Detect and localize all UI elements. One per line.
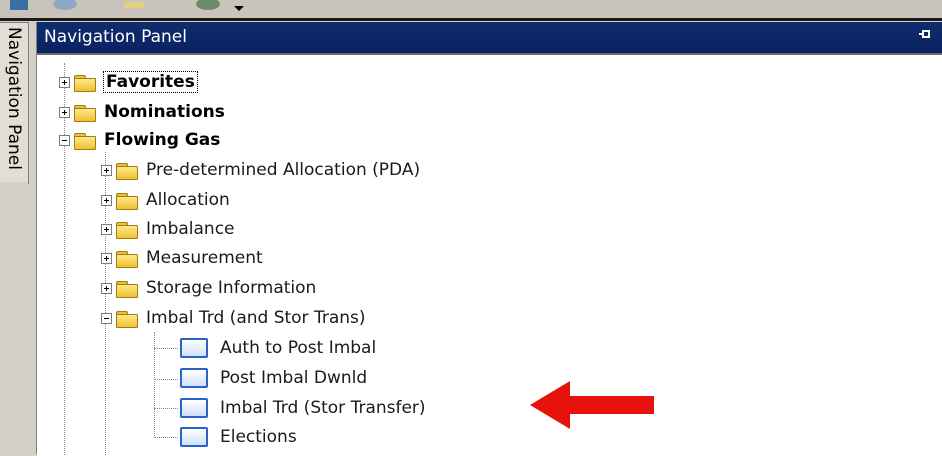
tree-line	[154, 408, 178, 409]
panel-titlebar: Navigation Panel	[37, 22, 942, 53]
panel-title: Navigation Panel	[44, 27, 187, 47]
tree-node-label: Elections	[220, 427, 297, 447]
dropdown-icon[interactable]	[190, 0, 250, 12]
red-arrow-icon	[530, 381, 654, 429]
folder-icon	[74, 74, 96, 92]
folder-icon	[116, 310, 138, 328]
navigation-tree: Favorites Nominations Flowing Gas Pre-de…	[37, 53, 942, 456]
tree-line	[154, 348, 178, 349]
tree-node-nominations[interactable]: Nominations	[59, 99, 225, 125]
tree-node-label: Favorites	[103, 71, 198, 93]
folder-icon	[116, 221, 138, 239]
tree-node-imbal-trd[interactable]: Imbal Trd (and Stor Trans)	[101, 305, 366, 331]
tree-node-favorites[interactable]: Favorites	[59, 69, 198, 95]
side-tab-label: Navigation Panel	[4, 27, 24, 170]
tree-node-label: Allocation	[146, 190, 230, 210]
folder-icon	[116, 250, 138, 268]
edit-icon[interactable]	[120, 0, 150, 12]
tree-leaf-elections[interactable]: Elections	[180, 424, 297, 450]
toolbar	[0, 0, 942, 21]
page-icon	[180, 368, 208, 388]
tree-node-label: Pre-determined Allocation (PDA)	[146, 160, 421, 180]
tree-node-storage-information[interactable]: Storage Information	[101, 275, 316, 301]
folder-icon	[74, 104, 96, 122]
expand-icon[interactable]	[101, 223, 112, 235]
tree-node-label: Auth to Post Imbal	[220, 338, 377, 358]
tree-leaf-auth-to-post-imbal[interactable]: Auth to Post Imbal	[180, 335, 376, 361]
page-icon	[180, 398, 208, 418]
tree-node-label: Post Imbal Dwnld	[220, 368, 368, 388]
tree-node-label: Storage Information	[146, 278, 317, 298]
page-icon	[180, 427, 208, 447]
pin-icon[interactable]	[917, 26, 933, 47]
tree-node-label: Imbal Trd (and Stor Trans)	[146, 308, 366, 328]
collapse-icon[interactable]	[101, 312, 112, 324]
navigation-panel: Navigation Panel Favorites Nominations F…	[36, 22, 942, 456]
tree-node-pda[interactable]: Pre-determined Allocation (PDA)	[101, 157, 420, 183]
tree-leaf-post-imbal-dwnld[interactable]: Post Imbal Dwnld	[180, 365, 367, 391]
app-icon[interactable]	[8, 0, 32, 12]
expand-icon[interactable]	[101, 164, 112, 176]
tree-node-label: Imbalance	[146, 219, 235, 239]
tree-node-label: Measurement	[146, 248, 263, 268]
tree-node-flowing-gas[interactable]: Flowing Gas	[59, 127, 220, 153]
side-strip	[0, 182, 28, 454]
folder-icon	[116, 192, 138, 210]
tree-line	[154, 379, 178, 380]
collapse-icon[interactable]	[59, 134, 70, 146]
expand-icon[interactable]	[101, 252, 112, 264]
tree-node-label: Nominations	[104, 102, 225, 122]
globe-icon[interactable]	[50, 0, 80, 12]
tree-node-label: Flowing Gas	[104, 130, 221, 150]
tree-node-measurement[interactable]: Measurement	[101, 245, 263, 271]
folder-icon	[74, 132, 96, 150]
navigation-panel-side-tab[interactable]: Navigation Panel	[0, 22, 29, 184]
tree-leaf-imbal-trd-stor-transfer[interactable]: Imbal Trd (Stor Transfer)	[180, 395, 426, 421]
tree-node-allocation[interactable]: Allocation	[101, 187, 230, 213]
folder-icon	[116, 280, 138, 298]
tree-node-imbalance[interactable]: Imbalance	[101, 216, 235, 242]
page-icon	[180, 338, 208, 358]
expand-icon[interactable]	[101, 282, 112, 294]
expand-icon[interactable]	[59, 76, 70, 88]
tree-node-label: Imbal Trd (Stor Transfer)	[220, 398, 426, 418]
expand-icon[interactable]	[59, 106, 70, 118]
expand-icon[interactable]	[101, 194, 112, 206]
tree-line	[154, 437, 178, 438]
folder-icon	[116, 162, 138, 180]
